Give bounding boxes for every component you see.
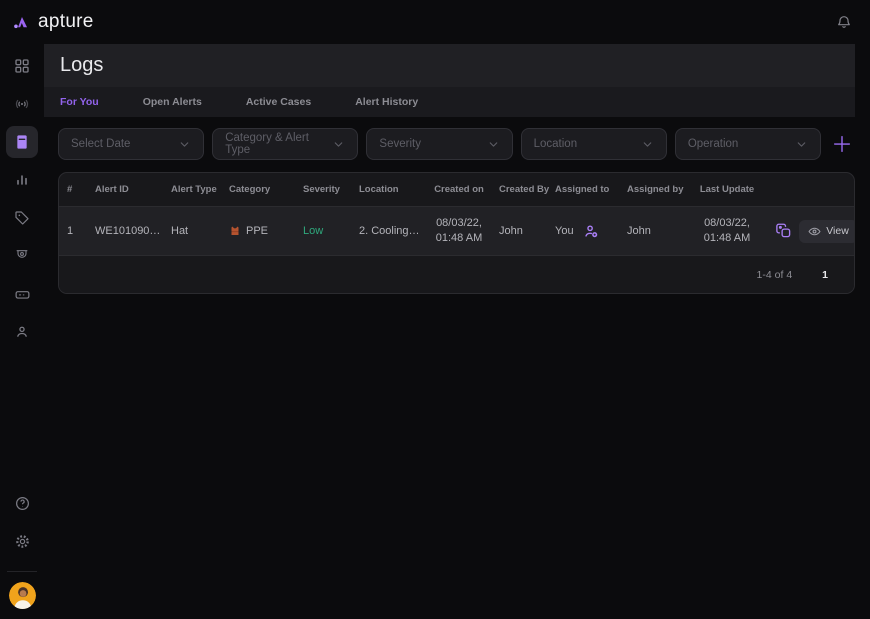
help-icon [14,495,31,512]
logs-table: # Alert ID Alert Type Category Severity … [58,172,855,294]
bell-icon [836,14,852,30]
filter-bar: Select Date Category & Alert Type Severi… [44,117,870,172]
badge-card-icon [14,286,31,303]
cell-alert-type: Hat [163,225,221,237]
filter-severity[interactable]: Severity [366,128,512,160]
cell-index: 1 [59,225,87,237]
sidebar-item-analytics[interactable] [6,164,38,196]
user-avatar[interactable] [9,582,36,609]
cell-created-on: 08/03/22, 01:48 AM [427,216,491,246]
case-icon [775,222,793,240]
created-on-date: 08/03/22, [427,216,491,231]
cell-assigned-by: John [619,225,685,237]
chevron-down-icon [641,138,654,151]
bar-chart-icon [14,172,30,188]
avatar-illustration [9,582,36,609]
tab-open-alerts[interactable]: Open Alerts [143,96,202,108]
sidebar-item-users[interactable] [6,316,38,348]
logs-book-icon [14,134,30,150]
col-last-update: Last Update [685,184,769,195]
col-created-by: Created By [491,184,547,195]
last-update-time: 01:48 AM [685,231,769,246]
cell-location: 2. Cooling… [351,225,427,237]
col-assigned-to: Assigned to [547,184,619,195]
col-location: Location [351,184,427,195]
chevron-down-icon [487,138,500,151]
eye-icon [808,225,821,238]
cell-last-update: 08/03/22, 01:48 AM [685,216,769,246]
table-header-row: # Alert ID Alert Type Category Severity … [59,173,854,206]
sidebar-item-logs[interactable] [6,126,38,158]
table-row[interactable]: 1 WE101090… Hat PPE Low 2. Cooling… 08/0… [59,206,854,256]
tab-for-you[interactable]: For You [60,96,99,108]
page-header: Logs [44,44,855,87]
cell-severity: Low [295,225,351,237]
dashboard-grid-icon [14,58,30,74]
notifications-button[interactable] [836,14,852,30]
sidebar-item-badges[interactable] [6,278,38,310]
table-footer: 1-4 of 4 1 [59,256,854,293]
last-update-date: 08/03/22, [685,216,769,231]
add-filter-button[interactable] [829,131,855,157]
col-category: Category [221,184,295,195]
sidebar [0,44,44,619]
filter-label: Location [534,138,577,150]
brand-name: apture [38,11,94,33]
logo-mark-icon [12,13,31,32]
filter-label: Severity [379,138,421,150]
plus-icon [831,133,853,155]
gear-icon [14,533,31,550]
ppe-vest-icon [229,225,241,237]
sidebar-item-live[interactable] [6,88,38,120]
tag-icon [14,210,30,226]
tab-bar: For You Open Alerts Active Cases Alert H… [44,87,855,117]
chevron-down-icon [178,138,191,151]
col-created-on: Created on [427,184,491,195]
view-label: View [826,225,849,237]
broadcast-icon [14,96,30,112]
sidebar-divider [7,571,37,572]
tab-active-cases[interactable]: Active Cases [246,96,311,108]
view-button[interactable]: View [799,220,854,243]
sidebar-item-settings[interactable] [6,525,38,557]
sidebar-item-help[interactable] [6,487,38,519]
col-alert-id: Alert ID [87,184,163,195]
filter-select-date[interactable]: Select Date [58,128,204,160]
created-on-time: 01:48 AM [427,231,491,246]
filter-label: Select Date [71,138,130,150]
cell-created-by: John [491,225,547,237]
assigned-to-label: You [555,225,574,237]
category-label: PPE [246,225,268,237]
sidebar-item-tags[interactable] [6,202,38,234]
person-add-icon[interactable] [583,223,600,240]
brand-logo[interactable]: apture [12,11,94,33]
camera-icon [14,248,30,264]
filter-category-alert-type[interactable]: Category & Alert Type [212,128,358,160]
main-content: Logs For You Open Alerts Active Cases Al… [44,44,870,619]
cell-assigned-to: You [547,223,619,240]
pagination-page-1[interactable]: 1 [822,269,828,281]
chevron-down-icon [332,138,345,151]
sidebar-item-dashboard[interactable] [6,50,38,82]
user-icon [14,324,30,340]
topbar: apture [0,0,870,44]
cell-alert-id: WE101090… [87,225,163,237]
cell-case-action[interactable] [769,222,799,240]
sidebar-item-cameras[interactable] [6,240,38,272]
filter-operation[interactable]: Operation [675,128,821,160]
tab-alert-history[interactable]: Alert History [355,96,418,108]
filter-label: Operation [688,138,739,150]
col-assigned-by: Assigned by [619,184,685,195]
col-severity: Severity [295,184,351,195]
col-index: # [59,184,87,195]
chevron-down-icon [795,138,808,151]
col-alert-type: Alert Type [163,184,221,195]
cell-view: View [799,220,854,243]
page-title: Logs [60,54,103,77]
pagination-range: 1-4 of 4 [757,269,793,281]
cell-category: PPE [221,225,295,237]
filter-location[interactable]: Location [521,128,667,160]
filter-label: Category & Alert Type [225,132,332,156]
